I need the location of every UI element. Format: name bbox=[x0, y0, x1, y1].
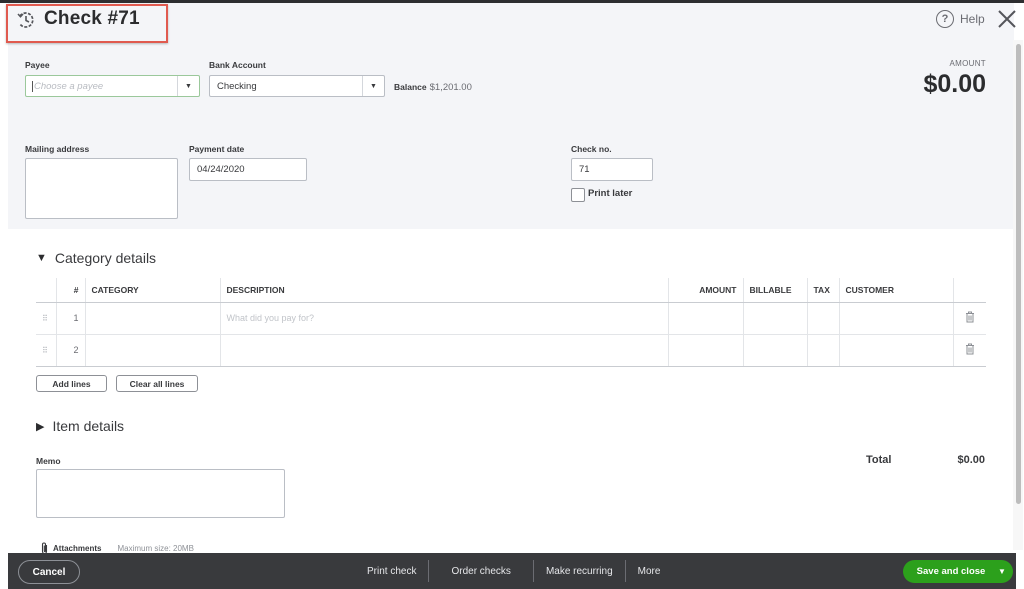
bank-account-label: Bank Account bbox=[209, 60, 266, 70]
attachments-hint: Maximum size: 20MB bbox=[117, 544, 194, 553]
trash-icon[interactable] bbox=[965, 343, 975, 355]
bank-account-value: Checking bbox=[217, 80, 257, 92]
chevron-down-icon[interactable]: ▼ bbox=[362, 76, 384, 96]
payee-select[interactable]: Choose a payee ▼ bbox=[25, 75, 200, 97]
col-number: # bbox=[55, 278, 85, 303]
make-recurring-link[interactable]: Make recurring bbox=[534, 560, 625, 582]
table-row[interactable]: ⠿ 2 bbox=[36, 334, 986, 367]
item-details-toggle[interactable]: ▶ Item details bbox=[36, 418, 124, 434]
save-and-close-label[interactable]: Save and close bbox=[903, 566, 991, 577]
customer-cell[interactable] bbox=[838, 334, 953, 367]
trash-icon[interactable] bbox=[965, 311, 975, 323]
billable-cell[interactable] bbox=[742, 302, 807, 335]
bank-account-select[interactable]: Checking ▼ bbox=[209, 75, 385, 97]
print-check-link[interactable]: Print check bbox=[355, 560, 428, 582]
col-category: CATEGORY bbox=[84, 278, 220, 303]
payee-input[interactable]: Choose a payee bbox=[32, 80, 177, 92]
category-cell[interactable] bbox=[84, 302, 220, 335]
row-number: 1 bbox=[55, 302, 85, 335]
drag-handle-icon[interactable]: ⠿ bbox=[42, 346, 48, 355]
triangle-right-icon: ▶ bbox=[36, 420, 45, 433]
attachments-label[interactable]: Attachments bbox=[53, 544, 101, 553]
check-no-label: Check no. bbox=[571, 144, 612, 154]
memo-field[interactable] bbox=[36, 469, 285, 518]
billable-cell[interactable] bbox=[742, 334, 807, 367]
payment-date-field[interactable]: 04/24/2020 bbox=[189, 158, 307, 181]
category-details-title: Category details bbox=[54, 250, 157, 266]
close-x-icon[interactable] bbox=[996, 8, 1018, 30]
print-later-checkbox[interactable] bbox=[571, 188, 585, 202]
payee-label: Payee bbox=[25, 60, 50, 70]
category-cell[interactable] bbox=[84, 334, 220, 367]
row-number: 2 bbox=[55, 334, 85, 367]
amount-label: AMOUNT bbox=[949, 59, 986, 68]
item-details-title: Item details bbox=[52, 418, 125, 434]
memo-label: Memo bbox=[36, 456, 61, 466]
total-value: $0.00 bbox=[957, 454, 985, 466]
table-header-row: # CATEGORY DESCRIPTION AMOUNT BILLABLE T… bbox=[36, 278, 986, 303]
col-actions bbox=[952, 278, 986, 303]
description-cell[interactable]: What did you pay for? bbox=[219, 302, 668, 335]
category-table: # CATEGORY DESCRIPTION AMOUNT BILLABLE T… bbox=[36, 278, 986, 367]
col-amount: AMOUNT bbox=[667, 278, 743, 303]
help-circle-icon: ? bbox=[936, 10, 954, 28]
order-checks-link[interactable]: Order checks bbox=[429, 560, 532, 582]
page-title: Check #71 bbox=[44, 8, 140, 29]
payment-date-label: Payment date bbox=[189, 144, 245, 154]
total-label: Total bbox=[866, 454, 892, 466]
table-row[interactable]: ⠿ 1 What did you pay for? bbox=[36, 302, 986, 335]
chevron-down-icon[interactable]: ▼ bbox=[991, 567, 1013, 576]
balance-label: Balance bbox=[394, 82, 427, 92]
amount-cell[interactable] bbox=[667, 334, 743, 367]
tax-cell[interactable] bbox=[806, 302, 839, 335]
col-description: DESCRIPTION bbox=[219, 278, 668, 303]
print-later-label: Print later bbox=[588, 188, 633, 199]
col-billable: BILLABLE bbox=[742, 278, 807, 303]
check-no-field[interactable]: 71 bbox=[571, 158, 653, 181]
footer-links: Print check Order checks Make recurring … bbox=[355, 560, 672, 582]
recent-transactions-icon[interactable] bbox=[16, 10, 36, 30]
amount-cell[interactable] bbox=[667, 302, 743, 335]
mailing-address-field[interactable] bbox=[25, 158, 178, 219]
clear-all-lines-button[interactable]: Clear all lines bbox=[116, 375, 198, 392]
balance-display: Balance $1,201.00 bbox=[394, 82, 472, 93]
col-drag bbox=[36, 278, 56, 303]
drag-handle-icon[interactable]: ⠿ bbox=[42, 314, 48, 323]
help-button[interactable]: ? Help bbox=[936, 10, 985, 28]
help-label: Help bbox=[960, 12, 985, 26]
col-tax: TAX bbox=[806, 278, 839, 303]
amount-value: $0.00 bbox=[923, 70, 986, 98]
save-and-close-button[interactable]: Save and close ▼ bbox=[903, 560, 1013, 583]
scrollbar-thumb[interactable] bbox=[1016, 44, 1021, 504]
mailing-address-label: Mailing address bbox=[25, 144, 90, 154]
cancel-button[interactable]: Cancel bbox=[18, 560, 80, 584]
more-link[interactable]: More bbox=[626, 560, 673, 582]
tax-cell[interactable] bbox=[806, 334, 839, 367]
add-lines-button[interactable]: Add lines bbox=[36, 375, 107, 392]
customer-cell[interactable] bbox=[838, 302, 953, 335]
description-cell[interactable] bbox=[219, 334, 668, 367]
balance-value: $1,201.00 bbox=[429, 82, 472, 93]
category-details-toggle[interactable]: ▼ Category details bbox=[36, 250, 156, 266]
triangle-down-icon: ▼ bbox=[36, 252, 47, 264]
col-customer: CUSTOMER bbox=[838, 278, 953, 303]
chevron-down-icon[interactable]: ▼ bbox=[177, 76, 199, 96]
